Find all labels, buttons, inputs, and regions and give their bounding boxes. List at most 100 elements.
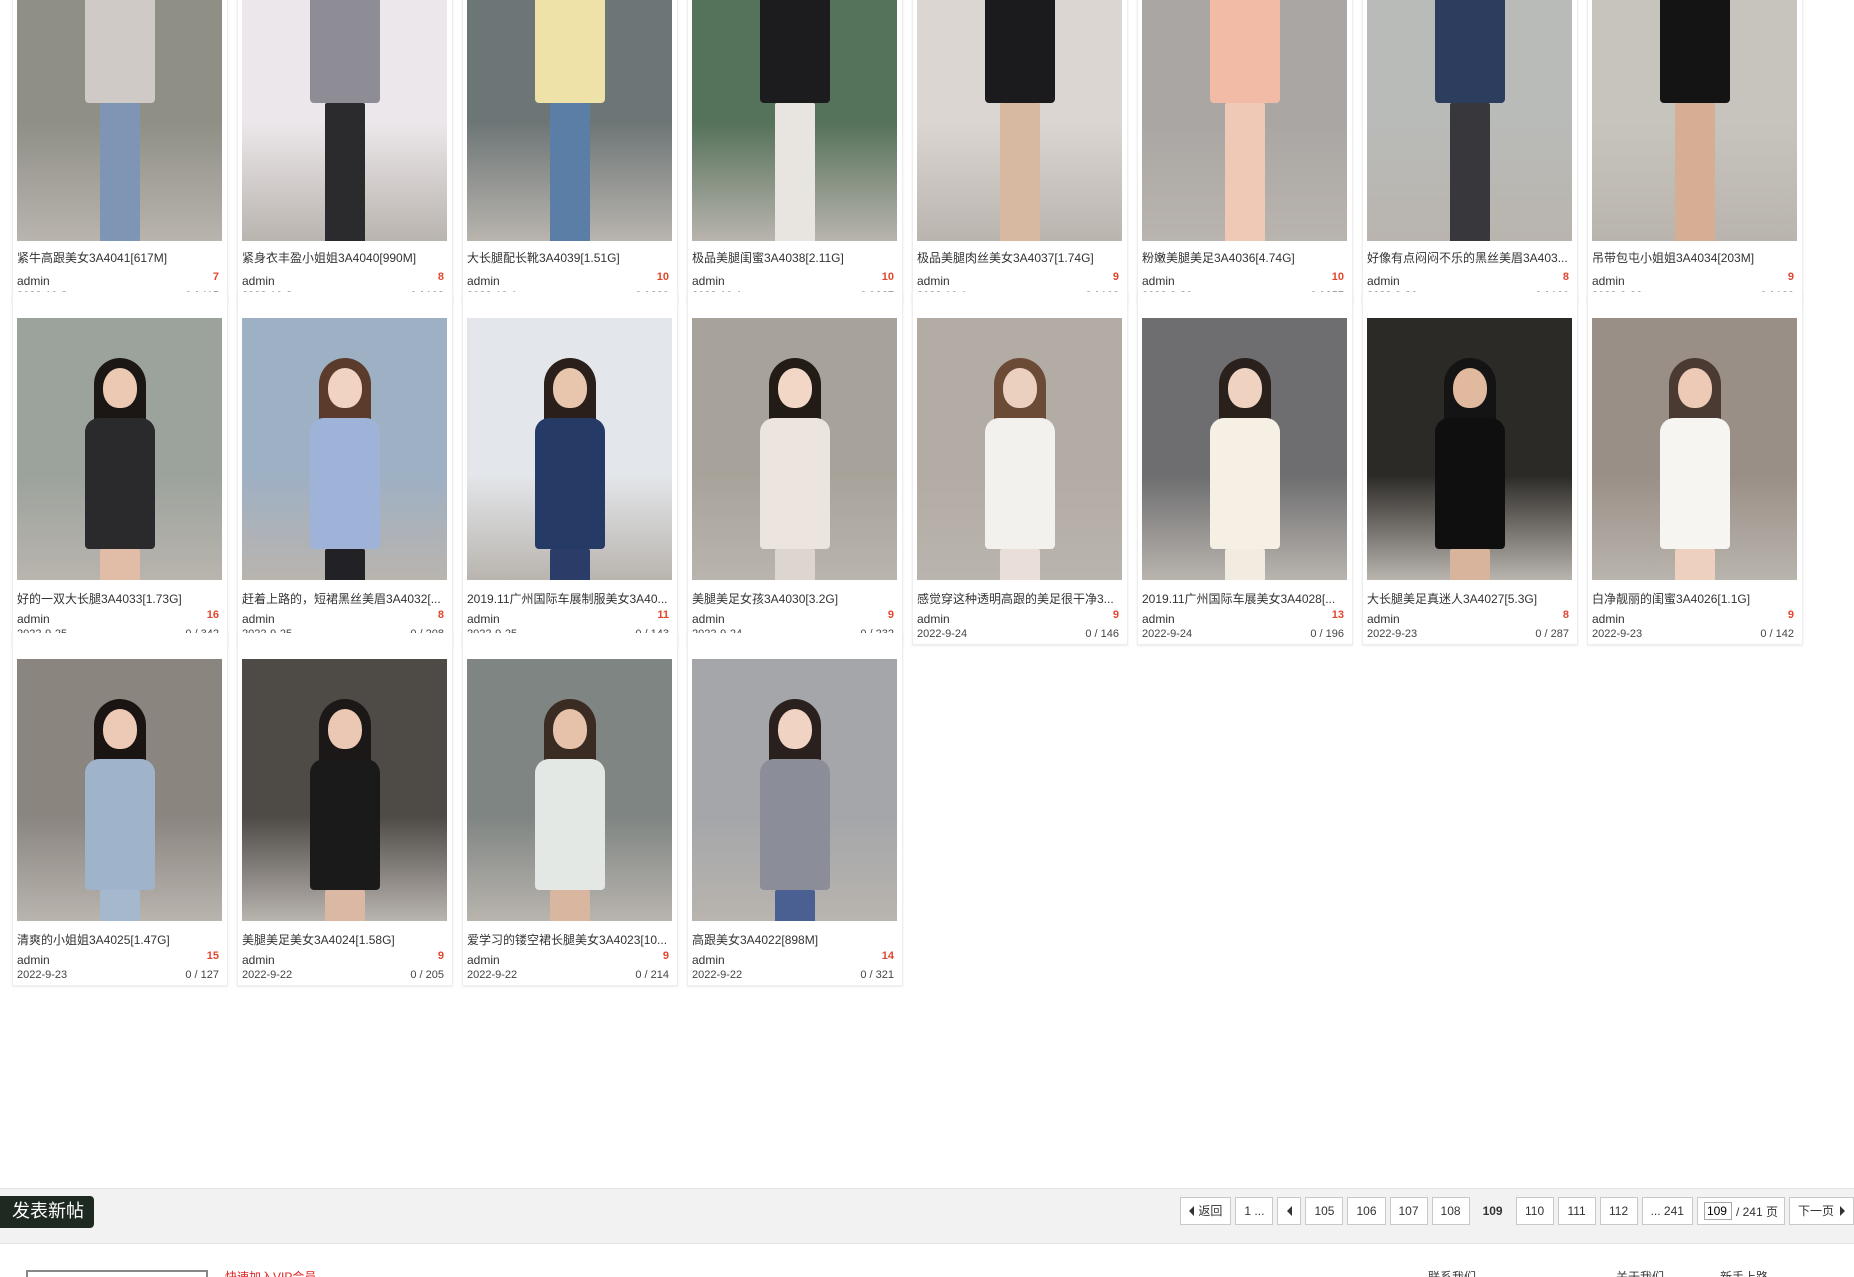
post-author[interactable]: admin [242,274,275,288]
post-card[interactable]: 白净靓丽的闺蜜3A4026[1.1G] admin 9 2022-9-23 0 / 14… [1587,292,1803,645]
post-thumbnail[interactable] [17,0,222,241]
page-first[interactable]: 1 ... [1235,1197,1274,1225]
post-card[interactable]: 2019.11广州国际车展制服美女3A40...admin112022-9-25… [462,292,678,645]
post-title[interactable]: 赶着上路的，短裙黑丝美眉3A4032[... [242,590,447,607]
post-title[interactable]: 极品美腿闺蜜3A4038[2.11G] [692,249,897,266]
page-108[interactable]: 108 [1431,1197,1470,1225]
post-title[interactable]: 爱学习的镂空裙长腿美女3A4023[10... [467,931,672,948]
post-author[interactable]: admin [1367,612,1400,626]
post-card[interactable]: 2019.11广州国际车展美女3A4028[... admin 13 2022-9-2… [1137,292,1353,645]
next-page-button[interactable]: 下一页 [1788,1197,1854,1225]
post-card[interactable]: 爱学习的镂空裙长腿美女3A4023[10... admin 9 2022-9-22 0 … [462,633,678,986]
post-title[interactable]: 紧牛高跟美女3A4041[617M] [17,249,222,266]
post-thumbnail[interactable] [467,318,672,580]
footer-link-contact[interactable]: 联系我们 [1428,1268,1476,1277]
post-card[interactable]: 好的一双大长腿3A4033[1.73G]admin162022-9-250 / … [12,292,228,645]
post-title[interactable]: 2019.11广州国际车展美女3A4028[... [1142,590,1347,607]
post-date: 2022-9-22 [692,969,743,981]
post-author[interactable]: admin [17,953,50,967]
post-author[interactable]: admin [242,612,275,626]
page-last[interactable]: ... 241 [1641,1197,1693,1225]
post-thumbnail[interactable] [467,0,672,241]
post-card[interactable]: 粉嫩美腿美足3A4036[4.74G]admin102022-9-260 / 2… [1137,0,1353,304]
post-author[interactable]: admin [242,953,275,967]
footer-vip-link[interactable]: 快速加入VIP会员 [225,1268,316,1277]
post-card[interactable]: 赶着上路的，短裙黑丝美眉3A4032[...admin82022-9-250 /… [237,292,453,645]
page-106[interactable]: 106 [1347,1197,1386,1225]
post-thumbnail[interactable] [242,318,447,580]
post-title[interactable]: 极品美腿肉丝美女3A4037[1.74G] [917,249,1122,266]
post-card[interactable]: 大长腿配长靴3A4039[1.51G]admin102022-10-10 / 2… [462,0,678,304]
post-author[interactable]: admin [917,274,950,288]
post-card[interactable]: 极品美腿肉丝美女3A4037[1.74G]admin92022-10-10 / … [912,0,1128,304]
back-button[interactable]: 返回 [1180,1197,1232,1225]
post-title[interactable]: 清爽的小姐姐3A4025[1.47G] [17,931,222,948]
post-card[interactable]: 美腿美足美女3A4024[1.58G] admin 9 2022-9-22 0 / 20… [237,633,453,986]
post-title[interactable]: 2019.11广州国际车展制服美女3A40... [467,590,672,607]
footer-link-newbie[interactable]: 新手上路 [1720,1268,1768,1277]
page-111[interactable]: 111 [1557,1197,1596,1225]
post-card[interactable]: 吊带包屯小姐姐3A4034[203M]admin92022-9-260 / 16… [1587,0,1803,304]
post-title[interactable]: 大长腿美足真迷人3A4027[5.3G] [1367,590,1572,607]
post-thumbnail[interactable] [242,659,447,921]
post-thumbnail[interactable] [1367,0,1572,241]
post-thumbnail[interactable] [692,659,897,921]
post-title[interactable]: 美腿美足女孩3A4030[3.2G] [692,590,897,607]
post-card[interactable]: 美腿美足女孩3A4030[3.2G]admin92022-9-240 / 232 [687,292,903,645]
post-author[interactable]: admin [1367,274,1400,288]
post-author[interactable]: admin [17,274,50,288]
post-author[interactable]: admin [1592,612,1625,626]
post-thumbnail[interactable] [467,659,672,921]
post-thumbnail[interactable] [692,0,897,241]
post-title[interactable]: 吊带包屯小姐姐3A4034[203M] [1592,249,1797,266]
post-thumbnail[interactable] [692,318,897,580]
footer-link-about[interactable]: 关于我们 [1616,1268,1664,1277]
post-thumbnail[interactable] [917,318,1122,580]
post-title[interactable]: 美腿美足美女3A4024[1.58G] [242,931,447,948]
post-card[interactable]: 高跟美女3A4022[898M] admin 14 2022-9-22 0 / 321 [687,633,903,986]
post-author[interactable]: admin [692,612,725,626]
new-post-button[interactable]: 发表新帖 [0,1196,94,1228]
page-jump-input[interactable] [1703,1202,1732,1220]
post-author[interactable]: admin [467,953,500,967]
post-author[interactable]: admin [1142,612,1175,626]
post-author[interactable]: admin [692,274,725,288]
post-title[interactable]: 紧身衣丰盈小姐姐3A4040[990M] [242,249,447,266]
page-112[interactable]: 112 [1599,1197,1638,1225]
post-title[interactable]: 白净靓丽的闺蜜3A4026[1.1G] [1592,590,1797,607]
post-card[interactable]: 清爽的小姐姐3A4025[1.47G] admin 15 2022-9-23 0 / 1… [12,633,228,986]
post-title[interactable]: 粉嫩美腿美足3A4036[4.74G] [1142,249,1347,266]
post-card[interactable]: 大长腿美足真迷人3A4027[5.3G] admin 8 2022-9-23 0 / 2… [1362,292,1578,645]
page-105[interactable]: 105 [1305,1197,1344,1225]
post-thumbnail[interactable] [242,0,447,241]
page-110[interactable]: 110 [1515,1197,1554,1225]
post-title[interactable]: 感觉穿这种透明高跟的美足很干净3... [917,590,1122,607]
post-title[interactable]: 好像有点闷闷不乐的黑丝美眉3A403... [1367,249,1572,266]
post-title[interactable]: 好的一双大长腿3A4033[1.73G] [17,590,222,607]
page-107[interactable]: 107 [1389,1197,1428,1225]
post-thumbnail[interactable] [1592,318,1797,580]
post-thumbnail[interactable] [1367,318,1572,580]
post-thumbnail[interactable] [1142,0,1347,241]
post-thumbnail[interactable] [917,0,1122,241]
post-card[interactable]: 感觉穿这种透明高跟的美足很干净3... admin 9 2022-9-24 0 / 14… [912,292,1128,645]
post-author[interactable]: admin [17,612,50,626]
prev-page-button[interactable] [1277,1197,1302,1225]
post-card[interactable]: 紧身衣丰盈小姐姐3A4040[990M]admin82022-10-20 / 1… [237,0,453,304]
post-thumbnail[interactable] [17,318,222,580]
post-thumbnail[interactable] [1142,318,1347,580]
post-card[interactable]: 极品美腿闺蜜3A4038[2.11G]admin102022-10-10 / 2… [687,0,903,304]
post-thumbnail[interactable] [17,659,222,921]
post-author[interactable]: admin [917,612,950,626]
post-card[interactable]: 紧牛高跟美女3A4041[617M]admin72022-10-20 / 415 [12,0,228,304]
post-author[interactable]: admin [1142,274,1175,288]
post-author[interactable]: admin [692,953,725,967]
post-date: 2022-9-23 [17,969,68,981]
post-author[interactable]: admin [467,274,500,288]
post-author[interactable]: admin [1592,274,1625,288]
post-card[interactable]: 好像有点闷闷不乐的黑丝美眉3A403...admin82022-9-260 / … [1362,0,1578,304]
post-author[interactable]: admin [467,612,500,626]
post-title[interactable]: 大长腿配长靴3A4039[1.51G] [467,249,672,266]
post-thumbnail[interactable] [1592,0,1797,241]
post-title[interactable]: 高跟美女3A4022[898M] [692,931,897,948]
